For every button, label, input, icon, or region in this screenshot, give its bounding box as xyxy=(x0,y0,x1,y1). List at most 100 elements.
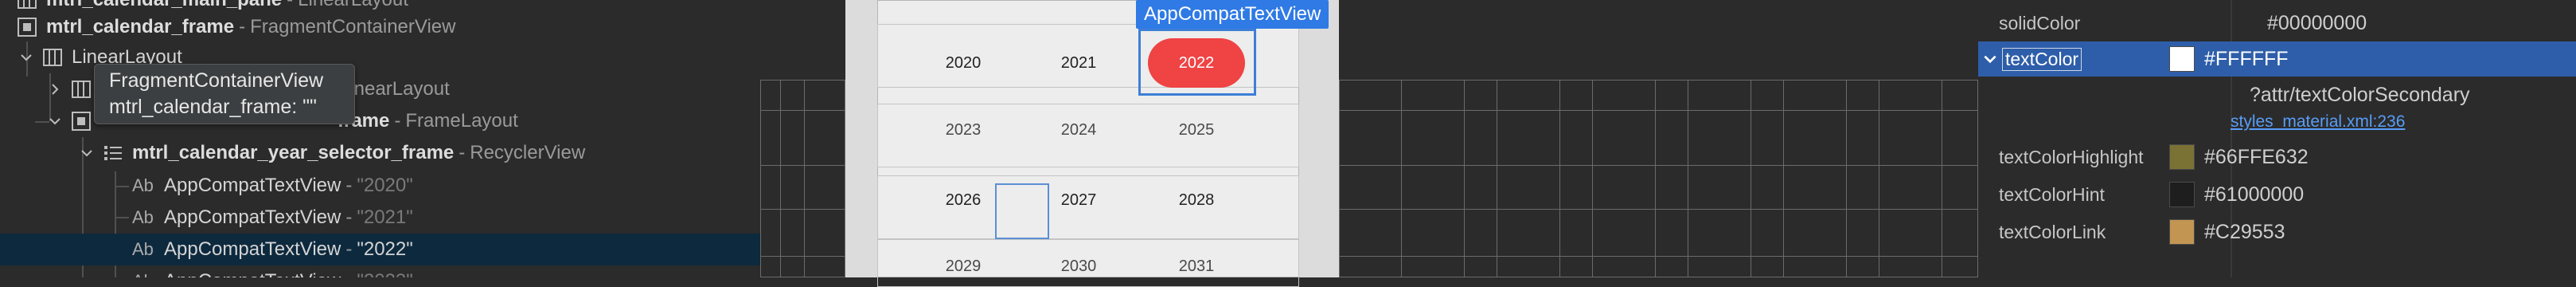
tooltip: FragmentContainerView mtrl_calendar_fram… xyxy=(94,64,355,124)
separator: - xyxy=(345,270,352,277)
attribute-name: textColorLink xyxy=(1999,221,2106,242)
attribute-value-wrap: #C29553 xyxy=(2169,214,2285,250)
color-swatch xyxy=(2169,182,2195,207)
tree-row[interactable]: Ab AppCompatTextView - "2021" xyxy=(0,202,760,234)
tree-row[interactable]: mtrl_calendar_frame - FragmentContainerV… xyxy=(0,11,760,43)
attribute-value-wrap: #66FFE632 xyxy=(2169,140,2309,175)
chevron-down-icon[interactable] xyxy=(76,143,97,163)
attribute-row[interactable]: textColorHighlight #66FFE632 xyxy=(1978,140,2576,175)
attribute-row-selected[interactable]: textColor #FFFFFF xyxy=(1978,41,2576,77)
color-swatch xyxy=(2169,219,2195,245)
hover-highlight xyxy=(995,183,1049,239)
tree-row-class: LinearLayout xyxy=(298,0,408,11)
tree-row-name: mtrl_calendar_year_selector_frame xyxy=(132,142,455,163)
attribute-value: #FFFFFF xyxy=(2204,47,2289,70)
chevron-right-icon[interactable] xyxy=(45,79,65,100)
separator: - xyxy=(345,206,353,228)
year-cell[interactable]: 2029 xyxy=(919,258,1007,276)
layout-wireframe xyxy=(760,110,845,166)
text-view-icon: Ab xyxy=(132,271,156,277)
tree-row-name: AppCompatTextView xyxy=(164,175,342,196)
tree-row-text: "2021" xyxy=(357,206,413,228)
attribute-value-wrap: #FFFFFF xyxy=(2169,41,2289,77)
separator: - xyxy=(394,110,401,132)
year-cell[interactable]: 2026 xyxy=(919,191,1007,210)
component-tree: mtrl_calendar_main_pane - LinearLayout m… xyxy=(0,0,760,277)
frame-icon xyxy=(70,110,92,132)
attribute-resolution-row[interactable]: ?attr/textColorSecondary styles_material… xyxy=(1978,77,2576,135)
attribute-name: textColor xyxy=(2002,47,2082,71)
separator: - xyxy=(239,16,246,37)
linear-layout-icon xyxy=(41,46,64,69)
layout-wireframe xyxy=(1401,80,1465,277)
year-cell[interactable]: 2030 xyxy=(1035,258,1122,276)
text-view-icon: Ab xyxy=(132,239,154,259)
tree-row-name: AppCompatTextView xyxy=(164,238,342,260)
year-cell[interactable]: 2028 xyxy=(1153,191,1240,210)
separator: - xyxy=(345,238,353,260)
layout-wireframe xyxy=(1879,80,1942,277)
separator: - xyxy=(345,175,353,196)
attribute-name: textColorHint xyxy=(1999,183,2105,205)
tree-row-text: "2022" xyxy=(357,238,413,260)
text-view-icon: Ab xyxy=(132,207,154,227)
layout-wireframe xyxy=(1497,80,1560,277)
tree-row-selected[interactable]: Ab AppCompatTextView - "2022" xyxy=(0,234,760,265)
attribute-value: #66FFE632 xyxy=(2204,145,2309,168)
attribute-key-wrap: textColor xyxy=(1981,41,2082,77)
year-cell[interactable]: 2024 xyxy=(1035,121,1122,140)
tree-row[interactable]: Ab AppCompatTextView - "2020" xyxy=(0,170,760,202)
tree-row-name: mtrl_calendar_main_pane xyxy=(46,0,282,11)
attribute-row[interactable]: textColorLink #C29553 xyxy=(1978,214,2576,250)
year-cell[interactable]: 2031 xyxy=(1153,258,1240,276)
text-view-icon: Ab xyxy=(132,175,154,195)
year-cell[interactable]: 2020 xyxy=(919,54,1007,73)
year-cell[interactable]: 2023 xyxy=(919,121,1007,140)
chevron-down-icon[interactable] xyxy=(45,111,65,132)
tree-row-class: RecyclerView xyxy=(470,142,586,163)
tree-row-class: FragmentContainerView xyxy=(250,16,456,37)
linear-layout-icon xyxy=(70,78,92,100)
color-swatch xyxy=(2169,144,2195,170)
separator: - xyxy=(459,142,466,163)
tree-row-text: "2020" xyxy=(357,175,413,196)
tooltip-line-2: mtrl_calendar_frame: "" xyxy=(109,96,317,118)
layout-inspector-window: mtrl_calendar_main_pane - LinearLayout m… xyxy=(0,0,2576,287)
tree-row-name: AppCompatTextView xyxy=(164,206,342,228)
attribute-row[interactable]: solidColor #00000000 xyxy=(1978,6,2576,41)
tree-row-name: mtrl_calendar_frame xyxy=(46,16,235,37)
attribute-value-wrap: #61000000 xyxy=(2169,177,2304,212)
attribute-name: solidColor xyxy=(1999,12,2081,33)
source-link[interactable]: styles_material.xml:236 xyxy=(2231,112,2405,132)
tree-row[interactable]: mtrl_calendar_year_selector_frame - Recy… xyxy=(0,137,760,169)
list-icon xyxy=(102,142,124,164)
tree-row-name: AppCompatTextView xyxy=(164,270,341,277)
selection-highlight xyxy=(1138,29,1256,96)
tooltip-line-1: FragmentContainerView xyxy=(109,69,324,92)
separator: - xyxy=(287,0,293,11)
tree-row-class: LinearLayout xyxy=(339,78,450,100)
layout-wireframe xyxy=(1688,80,1751,277)
frame-icon xyxy=(16,16,38,38)
layout-wireframe xyxy=(1592,80,1656,277)
attribute-name: textColorHighlight xyxy=(1999,146,2144,167)
tree-row-class: FrameLayout xyxy=(405,110,518,132)
tree-row-text: "2023" xyxy=(357,270,412,277)
screen-right-strip xyxy=(1299,0,1339,277)
layout-wireframe xyxy=(1783,80,1847,277)
year-cell[interactable]: 2025 xyxy=(1153,121,1240,140)
year-cell[interactable]: 2021 xyxy=(1035,54,1122,73)
layout-wireframe xyxy=(760,209,845,257)
attribute-value: #00000000 xyxy=(2267,11,2367,34)
linear-layout-icon xyxy=(16,0,38,11)
attribute-value: ?attr/textColorSecondary xyxy=(2250,83,2470,106)
chevron-down-icon[interactable] xyxy=(16,47,37,68)
tree-row[interactable]: Ab AppCompatTextView - "2023" xyxy=(0,265,760,277)
attribute-value: #C29553 xyxy=(2204,220,2285,243)
selected-view-badge: AppCompatTextView xyxy=(1136,0,1329,29)
chevron-down-icon[interactable] xyxy=(1981,50,1999,68)
attribute-value: #61000000 xyxy=(2204,183,2305,206)
color-swatch xyxy=(2169,46,2195,72)
attribute-row[interactable]: textColorHint #61000000 xyxy=(1978,177,2576,212)
screen-left-strip xyxy=(845,0,877,277)
